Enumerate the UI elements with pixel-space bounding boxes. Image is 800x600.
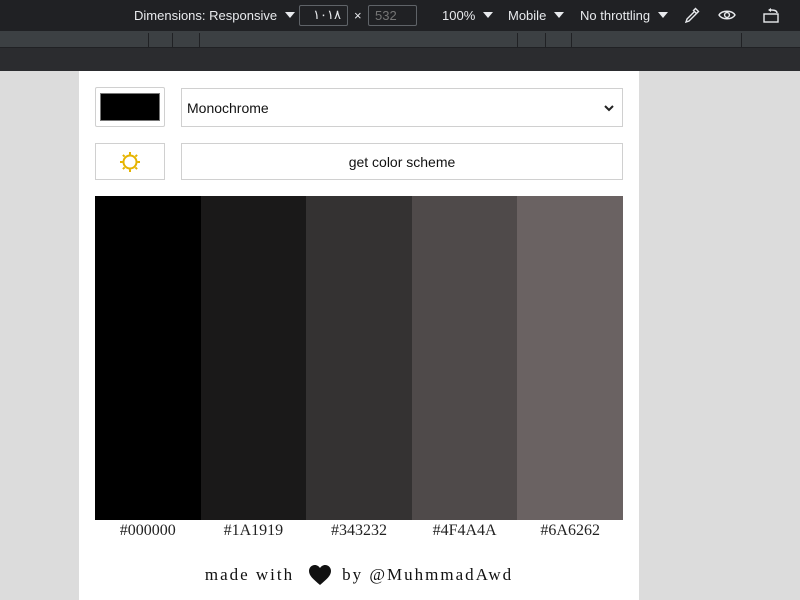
- dimensions-dropdown[interactable]: Dimensions: Responsive: [134, 0, 296, 30]
- hex-label-1[interactable]: #000000: [95, 522, 201, 544]
- page-viewport: Monochrome get color scheme #000000 #1A1…: [79, 71, 639, 600]
- dimension-separator: ×: [354, 7, 362, 23]
- throttling-label: No throttling: [580, 7, 651, 23]
- author-credit[interactable]: by @MuhmmadAwd: [342, 565, 513, 585]
- seed-color-picker[interactable]: [95, 87, 165, 127]
- throttling-dropdown[interactable]: No throttling: [580, 0, 669, 30]
- color-palette: [95, 196, 623, 520]
- eyedropper-icon[interactable]: [683, 0, 701, 30]
- chevron-down-icon: [604, 105, 614, 112]
- device-type-label: Mobile: [508, 7, 547, 23]
- palette-color-1[interactable]: [95, 196, 201, 520]
- hex-label-2[interactable]: #1A1919: [201, 522, 307, 544]
- devtools-device-toolbar: Dimensions: Responsive × 100% Mobile No …: [0, 0, 800, 30]
- made-with-text: made with: [204, 565, 295, 584]
- zoom-label: 100%: [442, 7, 476, 23]
- palette-color-2[interactable]: [200, 196, 307, 520]
- chevron-down-icon: [658, 12, 669, 18]
- footer-credit: made with by @MuhmmadAwd: [79, 560, 639, 590]
- width-ruler: [0, 48, 800, 71]
- eye-icon[interactable]: [717, 0, 737, 30]
- height-input[interactable]: [368, 4, 417, 26]
- chevron-down-icon: [483, 12, 494, 18]
- theme-toggle-button[interactable]: [95, 143, 165, 180]
- hex-label-5[interactable]: #6A6262: [517, 522, 623, 544]
- hex-label-3[interactable]: #343232: [306, 522, 412, 544]
- palette-color-5[interactable]: [517, 196, 623, 520]
- scheme-mode-select[interactable]: Monochrome: [181, 88, 623, 127]
- palette-color-3[interactable]: [306, 196, 412, 520]
- width-input[interactable]: [299, 4, 348, 26]
- chevron-down-icon: [554, 12, 565, 18]
- rotate-icon[interactable]: [761, 0, 781, 30]
- heart-icon: [309, 565, 332, 585]
- get-color-scheme-button[interactable]: get color scheme: [181, 143, 623, 180]
- seed-color-swatch: [100, 93, 160, 121]
- palette-color-4[interactable]: [411, 196, 518, 520]
- scheme-mode-value: Monochrome: [187, 99, 269, 116]
- hex-label-4[interactable]: #4F4A4A: [412, 522, 518, 544]
- dimensions-label: Dimensions: Responsive: [134, 7, 278, 23]
- zoom-dropdown[interactable]: 100%: [442, 0, 494, 30]
- chevron-down-icon: [285, 12, 296, 18]
- palette-hex-labels: #000000 #1A1919 #343232 #4F4A4A #6A6262: [95, 522, 623, 544]
- media-query-ruler[interactable]: [0, 30, 800, 48]
- device-type-dropdown[interactable]: Mobile: [508, 0, 565, 30]
- sun-icon: [120, 151, 140, 172]
